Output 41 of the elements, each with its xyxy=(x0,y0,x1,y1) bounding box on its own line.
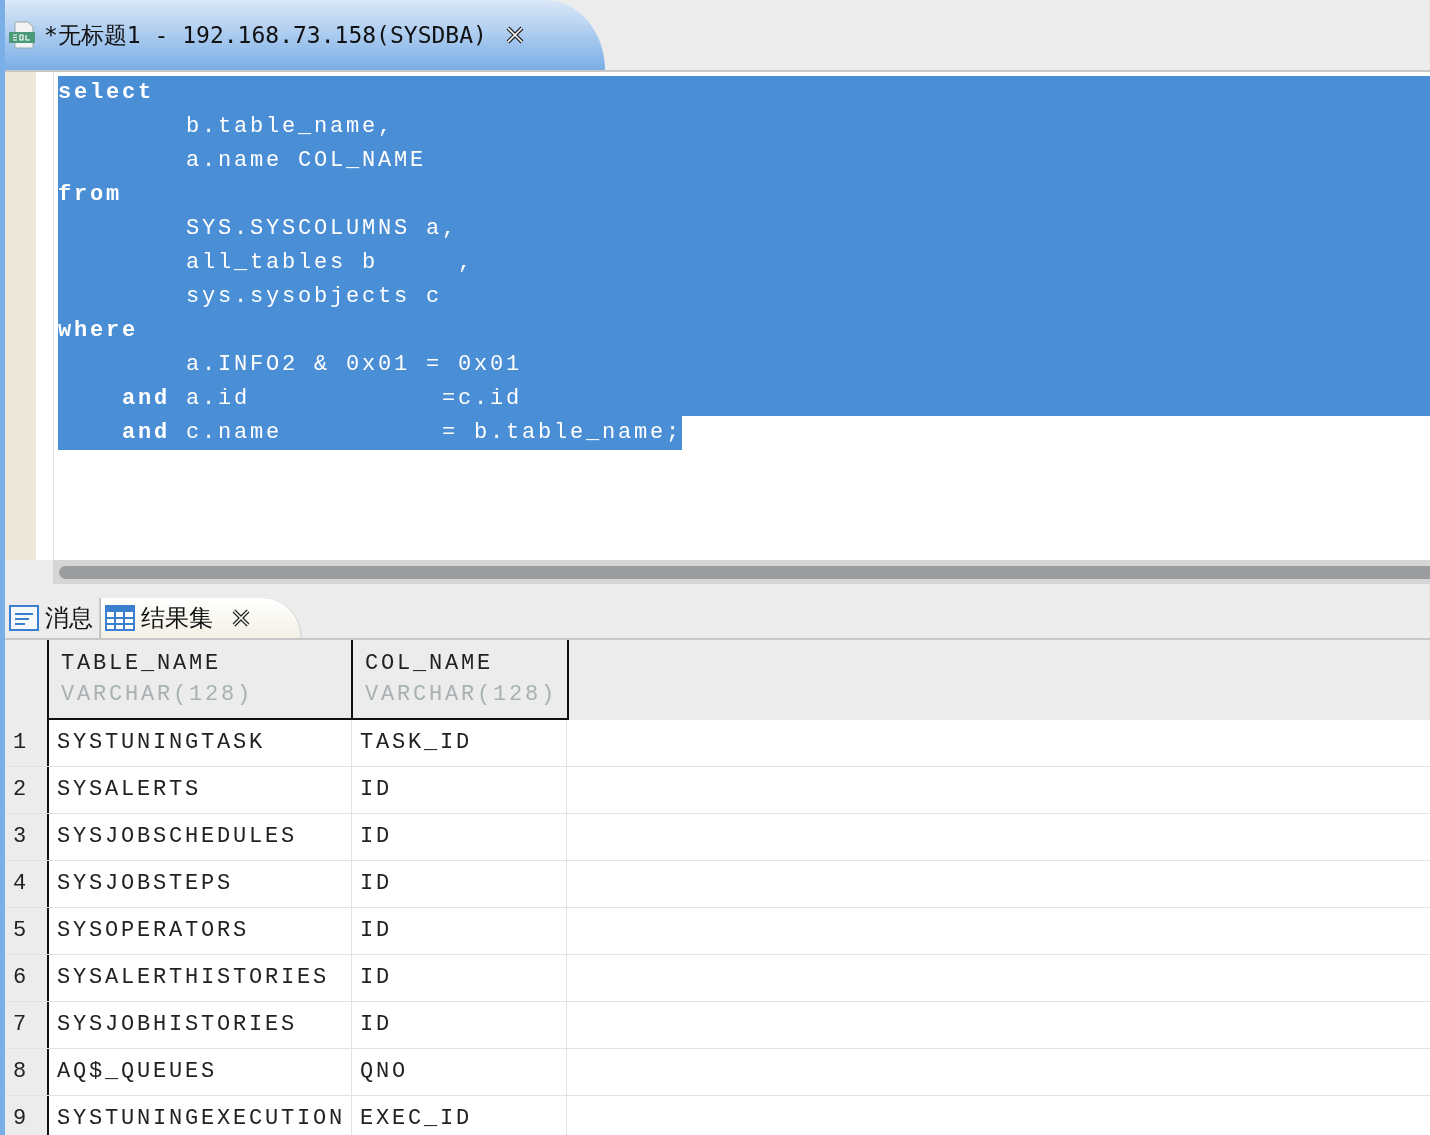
row-number: 1 xyxy=(5,720,49,766)
message-icon xyxy=(9,605,39,631)
table-cell: SYSJOBSTEPS xyxy=(49,861,352,907)
table-cell: SYSTUNINGEXECUTION xyxy=(49,1096,352,1135)
table-cell: SYSALERTS xyxy=(49,767,352,813)
column-type: VARCHAR(128) xyxy=(365,682,559,707)
column-header[interactable]: TABLE_NAME xyxy=(61,651,351,676)
row-number: 8 xyxy=(5,1049,49,1095)
row-number: 3 xyxy=(5,814,49,860)
table-cell: SYSTUNINGTASK xyxy=(49,720,352,766)
row-number: 7 xyxy=(5,1002,49,1048)
sql-file-icon xyxy=(8,21,38,49)
code-line: a.name COL_NAME xyxy=(185,147,427,175)
result-tab[interactable]: 消息 xyxy=(5,598,100,638)
column-type: VARCHAR(128) xyxy=(61,682,255,707)
editor-tab[interactable]: *无标题1 - 192.168.73.158(SYSDBA) xyxy=(5,0,605,70)
scrollbar-thumb[interactable] xyxy=(59,565,1430,579)
table-cell: SYSOPERATORS xyxy=(49,908,352,954)
close-icon[interactable] xyxy=(504,25,525,45)
row-number: 9 xyxy=(5,1096,49,1135)
code-line: and a.id =c.id xyxy=(121,385,523,413)
row-number: 5 xyxy=(5,908,49,954)
code-line: b.table_name, xyxy=(185,113,395,141)
table-cell: SYSJOBSCHEDULES xyxy=(49,814,352,860)
code-line: all_tables b , xyxy=(185,249,475,277)
close-icon[interactable] xyxy=(231,608,251,628)
row-number: 4 xyxy=(5,861,49,907)
table-cell: AQ$_QUEUES xyxy=(49,1049,352,1095)
code-line: select xyxy=(58,79,154,107)
code-line: where xyxy=(58,317,138,345)
column-header[interactable]: COL_NAME xyxy=(365,651,567,676)
table-cell: SYSALERTHISTORIES xyxy=(49,955,352,1001)
result-tab[interactable]: 结果集 xyxy=(100,598,302,638)
code-line: sys.sysobjects c xyxy=(185,283,443,311)
row-number: 6 xyxy=(5,955,49,1001)
table-grid-icon xyxy=(105,605,135,631)
code-line: a.INFO2 & 0x01 = 0x01 xyxy=(185,351,523,379)
row-number: 2 xyxy=(5,767,49,813)
code-line: from xyxy=(58,181,122,209)
code-line: SYS.SYSCOLUMNS a, xyxy=(185,215,459,243)
table-cell: SYSJOBHISTORIES xyxy=(49,1002,352,1048)
